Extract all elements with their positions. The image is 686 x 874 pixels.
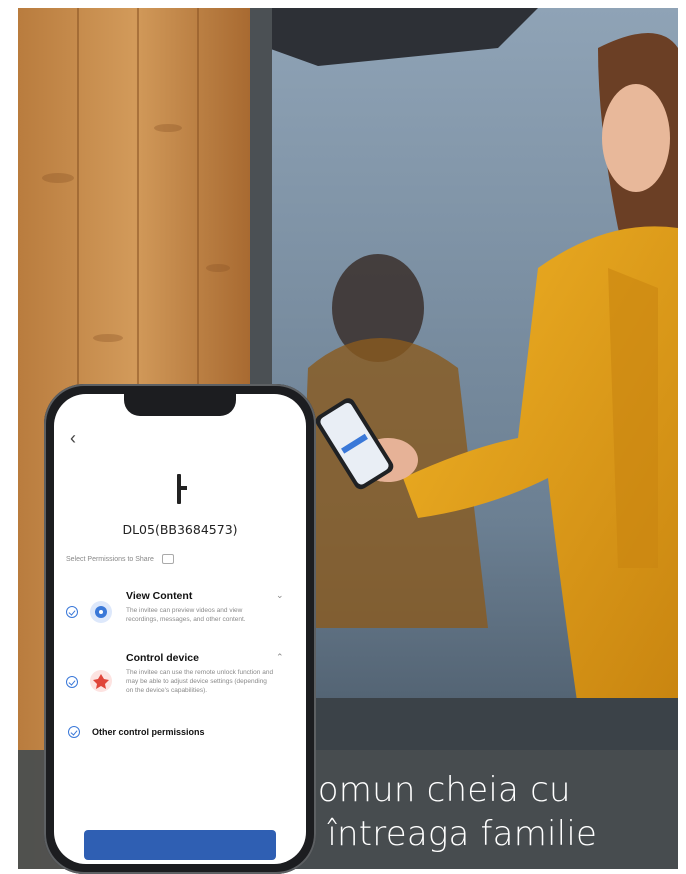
check-circle-icon[interactable]	[66, 676, 78, 688]
phone-notch	[124, 394, 236, 416]
select-permissions-label: Select Permissions to Share	[66, 555, 154, 563]
select-permissions-row: Select Permissions to Share	[66, 554, 174, 564]
share-button[interactable]	[84, 830, 276, 860]
permission-description: The invitee can use the remote unlock fu…	[126, 669, 274, 694]
chevron-up-icon[interactable]: ⌃	[276, 652, 284, 663]
eye-icon	[90, 601, 112, 623]
permission-description: The invitee can preview videos and view …	[126, 607, 246, 623]
permission-title: View Content	[126, 590, 193, 602]
other-permissions-label[interactable]: Other control permissions	[92, 727, 205, 737]
smart-lock-icon	[177, 474, 187, 504]
select-all-checkbox[interactable]	[161, 554, 174, 564]
check-circle-icon[interactable]	[66, 606, 78, 618]
remote-control-icon	[90, 670, 112, 692]
chevron-down-icon[interactable]: ⌄	[276, 590, 284, 601]
device-name: DL05(BB3684573)	[122, 522, 238, 537]
phone-mockup: ‹ DL05(BB3684573) Select Permissions to …	[44, 384, 316, 874]
phone-screen: ‹ DL05(BB3684573) Select Permissions to …	[54, 394, 306, 864]
back-arrow-icon[interactable]: ‹	[70, 428, 76, 449]
permission-title: Control device	[126, 652, 199, 664]
check-circle-icon[interactable]	[68, 726, 80, 738]
